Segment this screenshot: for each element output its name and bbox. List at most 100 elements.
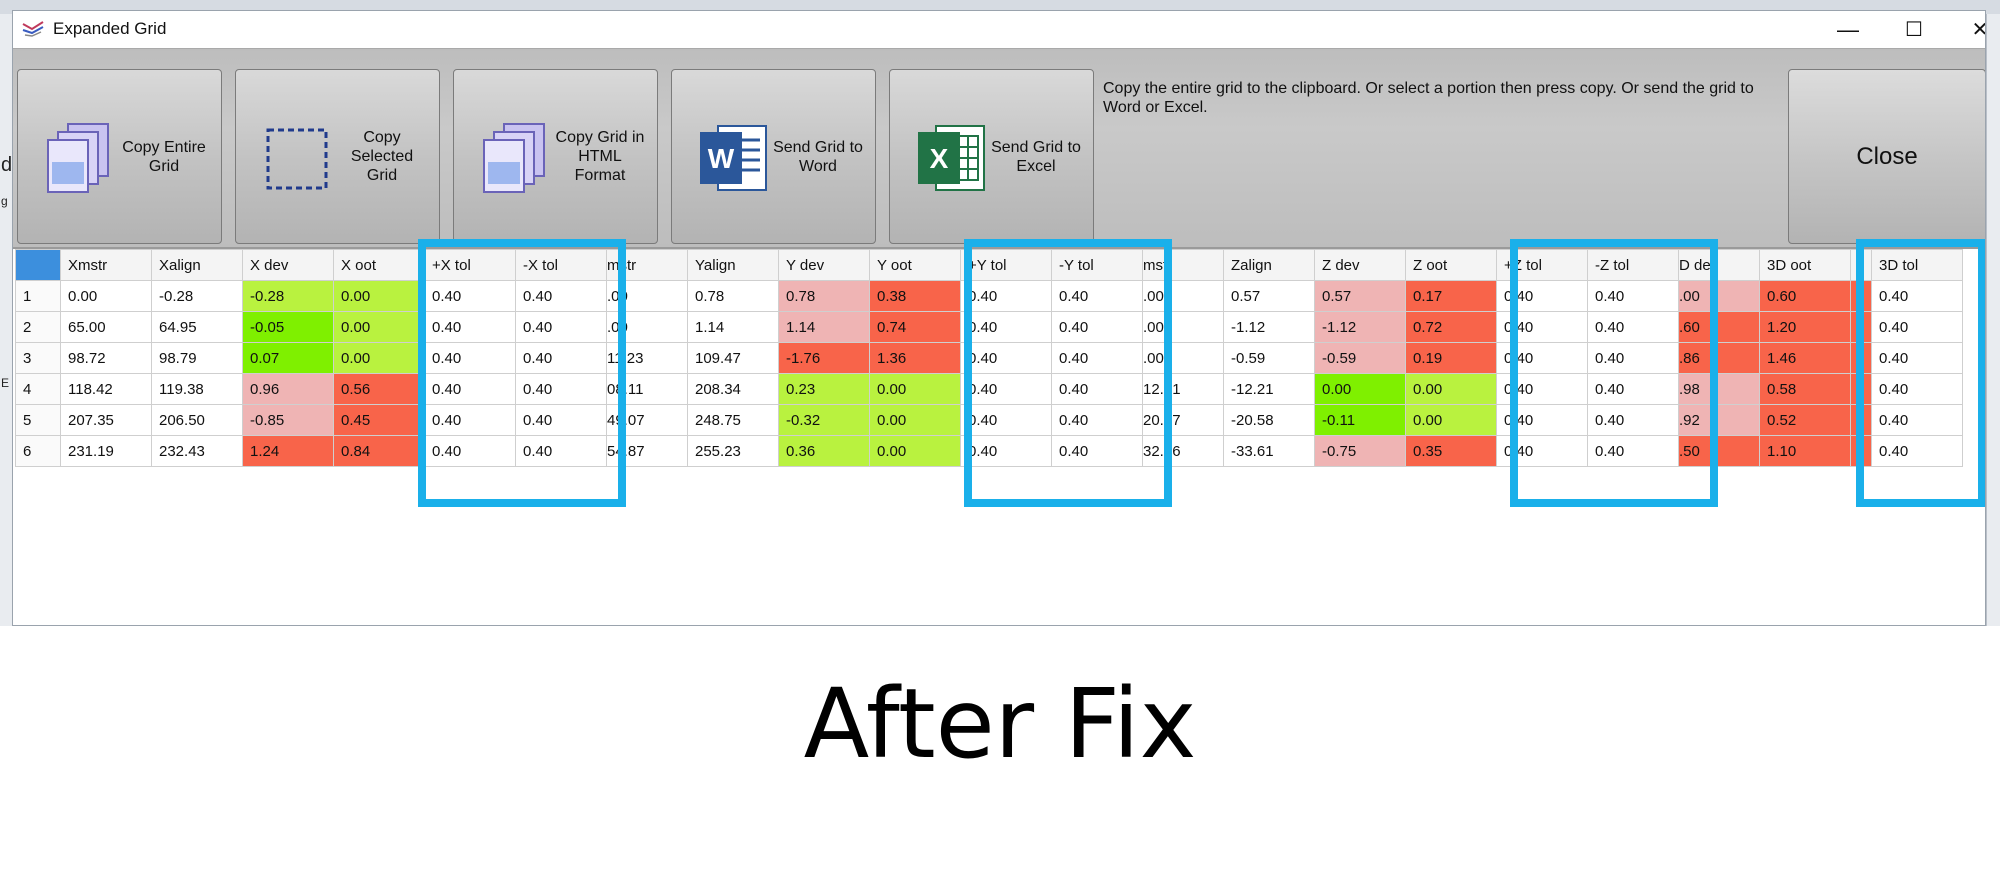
grid-cell[interactable]: .98 xyxy=(1678,373,1760,405)
grid-cell[interactable]: 0.40 xyxy=(424,342,516,374)
row-header-cell[interactable]: 3 xyxy=(15,342,61,374)
grid-cell[interactable]: 0.60 xyxy=(1759,280,1851,312)
grid-cell[interactable]: 20.47 xyxy=(1142,404,1224,436)
grid-cell[interactable]: 0.40 xyxy=(515,373,607,405)
grid-cell[interactable]: 32.86 xyxy=(1142,435,1224,467)
column-header[interactable]: Y dev xyxy=(778,249,870,281)
column-header[interactable]: +X tol xyxy=(424,249,516,281)
row-header-cell[interactable]: 2 xyxy=(15,311,61,343)
grid-cell[interactable] xyxy=(1850,311,1872,343)
grid-cell[interactable]: -0.59 xyxy=(1223,342,1315,374)
minimize-button[interactable]: — xyxy=(1815,11,1881,48)
grid-cell[interactable]: 0.40 xyxy=(960,311,1052,343)
grid-cell[interactable]: 0.00 xyxy=(869,404,961,436)
grid-cell[interactable]: 0.23 xyxy=(778,373,870,405)
grid-cell[interactable]: .00 xyxy=(606,311,688,343)
row-header-cell[interactable]: 4 xyxy=(15,373,61,405)
row-header-cell[interactable]: 6 xyxy=(15,435,61,467)
close-window-button[interactable]: ✕ xyxy=(1947,11,1985,48)
row-header-cell[interactable]: 5 xyxy=(15,404,61,436)
grid-cell[interactable]: .86 xyxy=(1678,342,1760,374)
grid-cell[interactable]: 0.40 xyxy=(1871,404,1963,436)
column-header[interactable]: Yalign xyxy=(687,249,779,281)
grid-corner-cell[interactable] xyxy=(15,249,61,281)
grid-cell[interactable]: 0.00 xyxy=(869,373,961,405)
grid-cell[interactable]: 0.38 xyxy=(869,280,961,312)
grid-cell[interactable]: -0.85 xyxy=(242,404,334,436)
grid-cell[interactable]: 0.40 xyxy=(1051,435,1143,467)
column-header[interactable]: mstr xyxy=(1142,249,1224,281)
grid-cell[interactable]: 11.23 xyxy=(606,342,688,374)
grid-cell[interactable]: 0.78 xyxy=(778,280,870,312)
grid-cell[interactable] xyxy=(1850,435,1872,467)
grid-cell[interactable]: 0.40 xyxy=(1051,373,1143,405)
column-header[interactable]: -Z tol xyxy=(1587,249,1679,281)
copy-selected-grid-button[interactable]: Copy Selected Grid xyxy=(235,69,440,244)
column-header[interactable]: X dev xyxy=(242,249,334,281)
grid-cell[interactable]: 0.96 xyxy=(242,373,334,405)
grid-cell[interactable]: 0.40 xyxy=(424,435,516,467)
grid-cell[interactable]: 0.57 xyxy=(1223,280,1315,312)
grid-cell[interactable]: 0.40 xyxy=(1496,342,1588,374)
grid-cell[interactable]: 0.40 xyxy=(515,404,607,436)
table-row[interactable]: 4 118.42 119.38 0.96 0.56 0.40 0.40 08.11 208.34… xyxy=(15,373,1963,405)
column-header[interactable]: +Z tol xyxy=(1496,249,1588,281)
grid-cell[interactable]: 207.35 xyxy=(60,404,152,436)
grid-cell[interactable]: 0.56 xyxy=(333,373,425,405)
grid-cell[interactable]: .00 xyxy=(606,280,688,312)
grid-cell[interactable]: 64.95 xyxy=(151,311,243,343)
table-row[interactable]: 6 231.19 232.43 1.24 0.84 0.40 0.40 54.87 255.23… xyxy=(15,435,1963,467)
grid-cell[interactable]: 0.40 xyxy=(1051,404,1143,436)
grid-cell[interactable]: 1.20 xyxy=(1759,311,1851,343)
grid-cell[interactable]: 0.84 xyxy=(333,435,425,467)
grid-cell[interactable]: 0.00 xyxy=(1314,373,1406,405)
grid-cell[interactable]: .92 xyxy=(1678,404,1760,436)
grid-cell[interactable]: 08.11 xyxy=(606,373,688,405)
grid-cell[interactable]: 0.36 xyxy=(778,435,870,467)
grid-cell[interactable]: 0.40 xyxy=(1496,435,1588,467)
grid-cell[interactable]: 0.45 xyxy=(333,404,425,436)
maximize-button[interactable]: ☐ xyxy=(1881,11,1947,48)
column-header[interactable]: Z dev xyxy=(1314,249,1406,281)
close-button[interactable]: Close xyxy=(1788,69,1985,244)
grid-cell[interactable] xyxy=(1850,404,1872,436)
grid-cell[interactable]: 0.40 xyxy=(1871,342,1963,374)
grid-cell[interactable]: 208.34 xyxy=(687,373,779,405)
grid-cell[interactable]: -1.76 xyxy=(778,342,870,374)
grid-cell[interactable]: 1.14 xyxy=(687,311,779,343)
column-header[interactable]: mstr xyxy=(606,249,688,281)
table-row[interactable]: 1 0.00 -0.28 -0.28 0.00 0.40 0.40.00 0.78 0.78 0.… xyxy=(15,280,1963,312)
grid-cell[interactable]: 0.40 xyxy=(960,435,1052,467)
grid-cell[interactable]: 206.50 xyxy=(151,404,243,436)
grid-cell[interactable]: 0.40 xyxy=(424,373,516,405)
column-header[interactable]: Xalign xyxy=(151,249,243,281)
grid-cell[interactable]: 0.00 xyxy=(1405,373,1497,405)
grid-cell[interactable]: 0.40 xyxy=(1496,311,1588,343)
grid-cell[interactable]: -33.61 xyxy=(1223,435,1315,467)
grid-cell[interactable]: 0.07 xyxy=(242,342,334,374)
grid-cell[interactable]: 0.40 xyxy=(1871,435,1963,467)
grid-cell[interactable]: 109.47 xyxy=(687,342,779,374)
column-header[interactable]: -X tol xyxy=(515,249,607,281)
column-header[interactable]: -Y tol xyxy=(1051,249,1143,281)
data-grid[interactable]: Xmstr Xalign X dev X oot +X tol -X tol mstr Yal… xyxy=(15,239,1985,507)
column-header[interactable]: 3D tol xyxy=(1871,249,1963,281)
copy-grid-html-button[interactable]: Copy Grid in HTML Format xyxy=(453,69,658,244)
grid-cell[interactable]: 0.58 xyxy=(1759,373,1851,405)
grid-cell[interactable]: 0.72 xyxy=(1405,311,1497,343)
grid-cell[interactable]: -0.28 xyxy=(242,280,334,312)
grid-cell[interactable]: 0.57 xyxy=(1314,280,1406,312)
grid-cell[interactable]: 0.40 xyxy=(424,280,516,312)
send-grid-to-excel-button[interactable]: X Send Grid to Excel xyxy=(889,69,1094,244)
grid-cell[interactable]: 0.35 xyxy=(1405,435,1497,467)
grid-cell[interactable]: 0.40 xyxy=(1871,280,1963,312)
grid-cell[interactable]: 248.75 xyxy=(687,404,779,436)
grid-cell[interactable]: .00 xyxy=(1142,342,1224,374)
grid-cell[interactable]: 65.00 xyxy=(60,311,152,343)
column-header[interactable]: Y oot xyxy=(869,249,961,281)
grid-cell[interactable]: 0.40 xyxy=(1587,342,1679,374)
grid-cell[interactable]: -12.21 xyxy=(1223,373,1315,405)
table-row[interactable]: 3 98.72 98.79 0.07 0.00 0.40 0.40 11.23 109.47 -1… xyxy=(15,342,1963,374)
grid-cell[interactable]: 0.40 xyxy=(1871,311,1963,343)
grid-cell[interactable]: -0.05 xyxy=(242,311,334,343)
